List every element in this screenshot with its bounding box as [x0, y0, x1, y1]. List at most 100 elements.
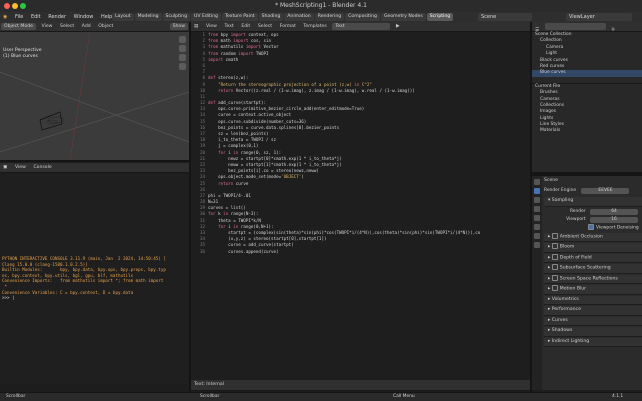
render-tab-icon[interactable] — [534, 188, 540, 194]
tab-sculpting[interactable]: Sculpting — [162, 13, 190, 21]
viewport-denoising-checkbox[interactable] — [588, 223, 594, 230]
panel-header[interactable]: ▸ Shadows — [544, 327, 642, 337]
editor-menu-text[interactable]: Text — [221, 22, 236, 31]
viewport-menu-object[interactable]: Object — [95, 22, 116, 31]
render-engine-label: Render Engine — [544, 188, 577, 193]
panel-label: Screen Space Reflections — [559, 276, 618, 281]
menu-file[interactable]: File — [12, 12, 26, 22]
tool-tab-icon[interactable] — [534, 179, 540, 185]
text-editor[interactable]: 1 2 3 4 5 6 7 8 9 10 11 12 13 14 15 16 17 18 19 20 21 22 23 24 2… — [191, 32, 530, 380]
console-line: Convenience Imports: from mathutils impo… — [2, 278, 164, 284]
text-status: Text: Internal — [194, 382, 225, 387]
output-tab-icon[interactable] — [534, 197, 540, 203]
panel-enable-checkbox[interactable] — [551, 285, 558, 291]
panel-label: Shadows — [551, 328, 573, 333]
sampling-label: Sampling — [551, 198, 574, 203]
panel-enable-checkbox[interactable] — [551, 232, 558, 239]
run-script-icon[interactable]: ▶ — [393, 22, 403, 31]
grid-line — [0, 91, 189, 153]
scene-tab-icon[interactable] — [534, 215, 540, 221]
scene-selector[interactable]: Scene — [478, 13, 532, 21]
panel-header[interactable]: ▸ Curves — [544, 316, 642, 326]
tab-animation[interactable]: Animation — [284, 13, 314, 21]
panel-label: Volumetrics — [551, 296, 579, 302]
properties-context: Scene — [544, 178, 559, 183]
panel-header[interactable]: ▸ Motion Blur — [544, 285, 642, 295]
3d-viewport[interactable]: User Perspective (1) Blue curves — [0, 32, 189, 160]
outliner-search-field[interactable] — [544, 23, 606, 30]
editor-menu-templates[interactable]: Templates — [300, 22, 329, 31]
editor-menu-format[interactable]: Format — [277, 22, 299, 31]
editor-menu-select[interactable]: Select — [255, 22, 275, 31]
object-tab-icon[interactable] — [534, 233, 540, 239]
panel-header[interactable]: ▸ Volumetrics — [544, 295, 642, 305]
viewport-tool-icons — [179, 36, 186, 70]
world-tab-icon[interactable] — [534, 224, 540, 230]
properties-tabs — [532, 176, 542, 390]
tab-compositing[interactable]: Compositing — [345, 13, 380, 21]
viewport-menu-select[interactable]: Select — [57, 22, 77, 31]
panel-enable-checkbox[interactable] — [551, 264, 558, 270]
window-title: * MeshScripting1 - Blender 4.1 — [275, 2, 367, 9]
panel-header[interactable]: ▸ Depth of Field — [544, 253, 642, 263]
grid-line — [0, 71, 189, 143]
panel-label: Performance — [551, 307, 581, 312]
panel-header[interactable]: ▸ Screen Space Reflections — [544, 274, 642, 284]
panel-header[interactable]: ▸ Indirect Lighting — [544, 337, 642, 347]
viewport-scene — [0, 32, 189, 160]
python-console[interactable]: PYTHON INTERACTIVE CONSOLE 3.11.9 (main,… — [0, 174, 189, 384]
viewport-menu-view[interactable]: View — [39, 22, 56, 31]
console-editor-icon[interactable]: ▣ — [0, 163, 10, 172]
viewport-samples-label: Viewport — [566, 216, 586, 222]
tab-uv-editing[interactable]: UV Editing — [190, 13, 221, 21]
panel-header[interactable]: ▸ Bloom — [544, 243, 642, 253]
sampling-panel-header[interactable]: ▾ Sampling — [544, 197, 642, 207]
panel-label: Indirect Lighting — [551, 338, 590, 344]
panel-enable-checkbox[interactable] — [551, 253, 558, 260]
panel-enable-checkbox[interactable] — [551, 243, 558, 249]
tab-layout[interactable]: Layout — [112, 13, 134, 21]
tab-scripting[interactable]: Scripting — [426, 13, 454, 21]
title-bar: * MeshScripting1 - Blender 4.1 — [0, 0, 642, 12]
view-layer-tab-icon[interactable] — [534, 206, 540, 212]
console-menu-console[interactable]: Console — [30, 163, 54, 172]
axis-line — [69, 32, 91, 160]
tab-shading[interactable]: Shading — [258, 13, 284, 21]
panel-header[interactable]: ▸ Subsurface Scattering — [544, 264, 642, 274]
text-editor-icon[interactable]: ▤ — [191, 22, 201, 31]
editor-menu-view[interactable]: View — [203, 22, 220, 31]
view-layer-selector[interactable]: ViewLayer — [566, 13, 632, 21]
outliner[interactable]: Scene Collection Collection Camera Light… — [532, 32, 642, 172]
text-datablock-selector[interactable]: Text — [332, 23, 391, 30]
editor-menu-edit[interactable]: Edit — [238, 22, 253, 31]
text-editor-header: ▤ View Text Edit Select Format Templates… — [191, 22, 530, 32]
panel-label: Ambient Occlusion — [559, 234, 603, 239]
menu-render[interactable]: Render — [45, 12, 69, 22]
code-area[interactable]: from bpy import context, ops from math im… — [208, 32, 480, 255]
tab-texture-paint[interactable]: Texture Paint — [221, 13, 258, 21]
panel-header[interactable]: ▸ Performance — [544, 306, 642, 316]
render-engine-dropdown[interactable]: EEVEE — [581, 188, 630, 194]
viewport-menu-add[interactable]: Add — [79, 22, 94, 31]
object-mode-dropdown[interactable]: Object Mode — [1, 23, 36, 30]
render-samples-field[interactable]: 64 — [590, 208, 638, 215]
datablock-row[interactable]: Materials — [532, 128, 642, 134]
console-menu-view[interactable]: View — [12, 163, 29, 172]
tab-geometry-nodes[interactable]: Geometry Nodes — [380, 13, 426, 21]
tab-modeling[interactable]: Modeling — [134, 13, 162, 21]
show-overlays-button[interactable]: Show — [169, 23, 188, 30]
code-line[interactable]: curves.append(curve) — [208, 249, 480, 255]
console-prompt[interactable]: >>> | — [0, 295, 189, 301]
console-header: ▣ View Console — [0, 163, 189, 173]
blender-logo-icon[interactable]: ◉ — [0, 12, 10, 22]
menu-edit[interactable]: Edit — [28, 12, 44, 22]
render-samples-label: Render — [569, 208, 586, 214]
panel-header[interactable]: ▸ Ambient Occlusion — [544, 232, 642, 242]
viewport-samples-field[interactable]: 16 — [590, 216, 638, 223]
panel-enable-checkbox[interactable] — [551, 274, 558, 281]
menu-window[interactable]: Window — [71, 12, 97, 22]
tab-rendering[interactable]: Rendering — [314, 13, 345, 21]
modifier-tab-icon[interactable] — [534, 242, 540, 248]
panel-label: Bloom — [559, 244, 575, 250]
properties-editor[interactable]: Scene Render Engine EEVEE ▾ Sampling Ren… — [532, 176, 642, 390]
